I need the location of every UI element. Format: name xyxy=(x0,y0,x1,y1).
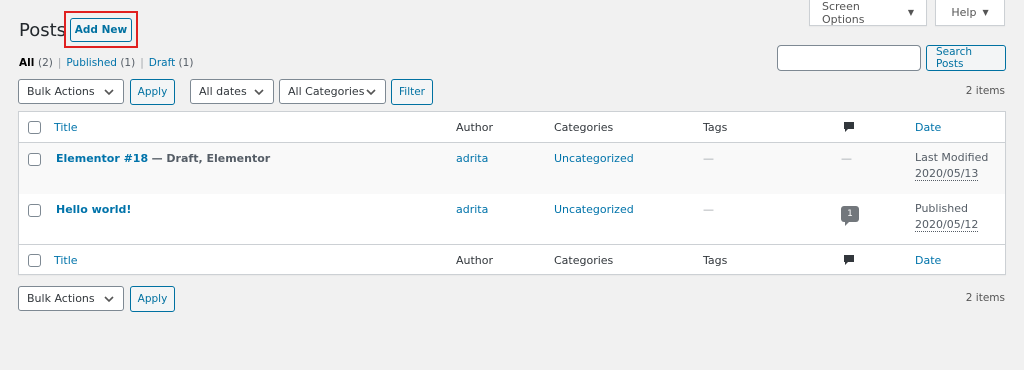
post-title-link[interactable]: Elementor #18 xyxy=(56,152,148,165)
post-author-link[interactable]: adrita xyxy=(456,203,488,216)
select-all-checkbox-footer[interactable] xyxy=(28,254,41,267)
post-date-value: 2020/05/12 xyxy=(915,218,979,232)
dates-filter-label: All dates xyxy=(199,85,247,98)
post-tags: — xyxy=(703,203,714,216)
chevron-down-icon xyxy=(104,295,114,302)
post-state: — Draft, Elementor xyxy=(151,152,271,165)
column-tags: Tags xyxy=(703,121,728,134)
post-date: Published 2020/05/12 xyxy=(915,201,979,233)
view-all-label: All xyxy=(19,57,35,69)
table-row: Hello world! adrita Uncategorized — 1 Pu… xyxy=(19,194,1005,244)
table-footer-row: Title Author Categories Tags Date xyxy=(19,244,1005,275)
categories-filter-select[interactable]: All Categories xyxy=(279,79,386,104)
bulk-actions-label: Bulk Actions xyxy=(27,85,95,98)
comments-column-icon[interactable] xyxy=(843,254,855,266)
post-tags: — xyxy=(703,152,714,165)
view-draft-count: (1) xyxy=(178,57,194,69)
post-title-cell: Elementor #18 — Draft, Elementor xyxy=(56,152,270,165)
view-published-label: Published xyxy=(66,57,117,69)
bulk-actions-label: Bulk Actions xyxy=(27,292,95,305)
comments-column-icon[interactable] xyxy=(843,121,855,133)
chevron-down-icon xyxy=(254,88,264,95)
caret-down-icon: ▼ xyxy=(907,8,914,17)
bulk-actions-select-bottom[interactable]: Bulk Actions xyxy=(18,286,124,311)
column-categories: Categories xyxy=(554,121,614,134)
column-author-footer: Author xyxy=(456,254,494,267)
apply-button-bottom[interactable]: Apply xyxy=(130,286,175,312)
comment-count-bubble[interactable]: 1 xyxy=(841,206,859,226)
column-title-sort[interactable]: Title xyxy=(54,121,78,134)
items-count-top: 2 items xyxy=(965,85,1005,97)
view-published-link[interactable]: Published (1) xyxy=(66,57,135,69)
view-separator: | xyxy=(140,57,144,69)
chevron-down-icon xyxy=(366,88,376,95)
help-label: Help xyxy=(951,6,977,19)
post-date: Last Modified 2020/05/13 xyxy=(915,150,988,182)
search-input[interactable] xyxy=(777,45,921,71)
view-all-link[interactable]: All (2) xyxy=(19,57,53,69)
apply-button-top[interactable]: Apply xyxy=(130,79,175,105)
column-categories-footer: Categories xyxy=(554,254,614,267)
table-header-row: Title Author Categories Tags Date xyxy=(19,112,1005,143)
post-comments: — xyxy=(841,152,852,165)
row-checkbox[interactable] xyxy=(28,204,41,217)
view-draft-label: Draft xyxy=(148,57,176,69)
caret-down-icon: ▼ xyxy=(982,8,989,17)
post-date-value: 2020/05/13 xyxy=(915,167,979,181)
screen-options-label: Screen Options xyxy=(822,0,865,26)
table-row: Elementor #18 — Draft, Elementor adrita … xyxy=(19,143,1005,194)
filter-button[interactable]: Filter xyxy=(391,79,433,105)
view-draft-link[interactable]: Draft (1) xyxy=(149,57,194,69)
column-title-sort-footer[interactable]: Title xyxy=(54,254,78,267)
post-date-status: Published xyxy=(915,202,968,215)
post-status-views: All (2) | Published (1) | Draft (1) xyxy=(19,57,193,69)
row-checkbox[interactable] xyxy=(28,153,41,166)
bulk-actions-select-top[interactable]: Bulk Actions xyxy=(18,79,124,104)
view-separator: | xyxy=(57,57,62,69)
post-title-link[interactable]: Hello world! xyxy=(56,203,131,216)
screen-meta-links: Screen Options ▼ Help ▼ xyxy=(809,0,1005,26)
column-tags-footer: Tags xyxy=(703,254,728,267)
column-author: Author xyxy=(456,121,494,134)
dates-filter-select[interactable]: All dates xyxy=(190,79,274,104)
post-category-link[interactable]: Uncategorized xyxy=(554,152,634,165)
post-title-cell: Hello world! xyxy=(56,203,131,216)
post-date-status: Last Modified xyxy=(915,151,989,164)
column-date-sort[interactable]: Date xyxy=(915,121,941,134)
post-author-link[interactable]: adrita xyxy=(456,152,488,165)
help-button[interactable]: Help ▼ xyxy=(935,0,1005,26)
view-all-count: (2) xyxy=(37,57,53,69)
categories-filter-label: All Categories xyxy=(288,85,365,98)
select-all-checkbox[interactable] xyxy=(28,121,41,134)
add-new-button[interactable]: Add New xyxy=(70,18,132,42)
page-title: Posts xyxy=(19,20,67,41)
search-posts-button[interactable]: Search Posts xyxy=(926,45,1006,71)
screen-options-button[interactable]: Screen Options ▼ xyxy=(809,0,927,26)
items-count-bottom: 2 items xyxy=(965,292,1005,304)
column-date-sort-footer[interactable]: Date xyxy=(915,254,941,267)
posts-table: Title Author Categories Tags Date Elemen… xyxy=(18,111,1006,275)
post-category-link[interactable]: Uncategorized xyxy=(554,203,634,216)
view-published-count: (1) xyxy=(120,57,136,69)
chevron-down-icon xyxy=(104,88,114,95)
